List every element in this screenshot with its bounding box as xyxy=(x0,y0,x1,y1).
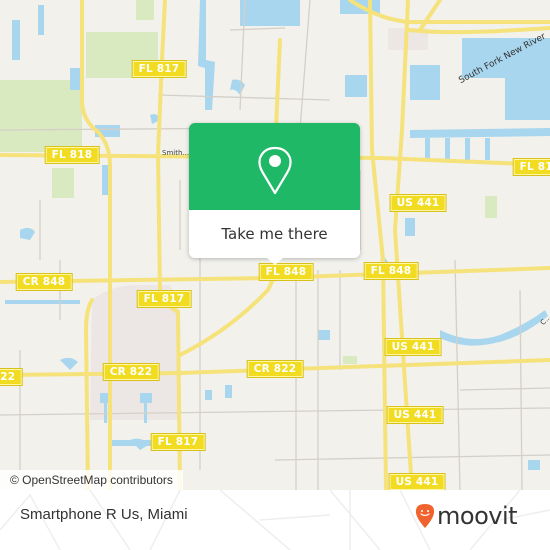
shield-fl-848-east: FL 848 xyxy=(363,262,419,280)
shield-us-441-north: US 441 xyxy=(389,194,447,212)
shield-fl-817-south: FL 817 xyxy=(150,433,206,451)
map-attribution[interactable]: © OpenStreetMap contributors xyxy=(0,470,183,490)
shield-fl-817-north: FL 817 xyxy=(131,60,187,78)
take-me-there-button[interactable]: Take me there xyxy=(189,210,360,258)
place-name: Smartphone R Us, Miami xyxy=(20,506,188,523)
shield-us-441-bottom: US 441 xyxy=(388,473,446,490)
shield-us-441-mid: US 441 xyxy=(384,338,442,356)
moovit-logo[interactable]: moovit xyxy=(415,502,518,530)
shield-fl-818-east: FL 818 xyxy=(512,158,550,176)
popup-header xyxy=(189,123,360,210)
shield-fl-817-mid: FL 817 xyxy=(136,290,192,308)
popup-pointer xyxy=(266,257,284,265)
shield-cr-822-east: CR 822 xyxy=(246,360,304,378)
location-popup: Take me there xyxy=(189,123,360,265)
street-label-smith: Smith... xyxy=(162,149,190,157)
shield-fl-848-center: FL 848 xyxy=(258,263,314,281)
moovit-wordmark: moovit xyxy=(437,502,518,530)
location-pin-icon xyxy=(258,146,292,195)
moovit-pin-logo-icon xyxy=(415,504,435,528)
shield-cr-848: CR 848 xyxy=(15,273,73,291)
footer-bar: Smartphone R Us, Miami moovit xyxy=(0,490,550,550)
shield-822-west: 822 xyxy=(0,368,23,386)
take-me-there-label: Take me there xyxy=(221,225,328,243)
map-view[interactable]: Smith... South Fork New River C... FL 81… xyxy=(0,0,550,490)
shield-us-441-south: US 441 xyxy=(386,406,444,424)
shield-cr-822-center: CR 822 xyxy=(102,363,160,381)
shield-fl-818-west: FL 818 xyxy=(44,146,100,164)
